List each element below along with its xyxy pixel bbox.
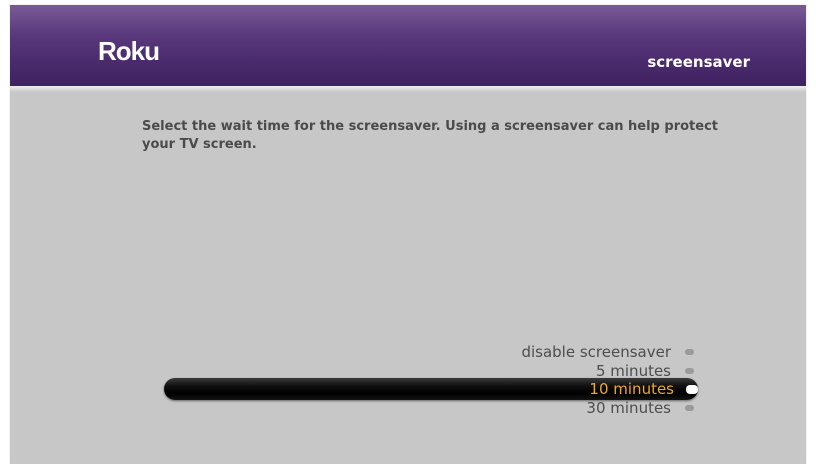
- option-label: 30 minutes: [586, 399, 671, 417]
- option-label: disable screensaver: [521, 343, 671, 361]
- option-disable-screensaver[interactable]: disable screensaver: [521, 342, 694, 362]
- option-label: 10 minutes: [589, 380, 674, 398]
- option-marker-icon: [685, 368, 694, 374]
- option-10-minutes[interactable]: 10 minutes: [589, 379, 698, 399]
- option-30-minutes[interactable]: 30 minutes: [586, 398, 694, 418]
- option-5-minutes[interactable]: 5 minutes: [596, 361, 694, 381]
- option-list: disable screensaver 5 minutes 10 minutes…: [10, 5, 806, 464]
- option-label: 5 minutes: [595, 362, 671, 380]
- option-marker-icon: [685, 405, 694, 411]
- option-marker-icon: [686, 384, 698, 394]
- option-marker-icon: [685, 349, 694, 355]
- screen-frame: Roku screensaver Select the wait time fo…: [10, 5, 806, 464]
